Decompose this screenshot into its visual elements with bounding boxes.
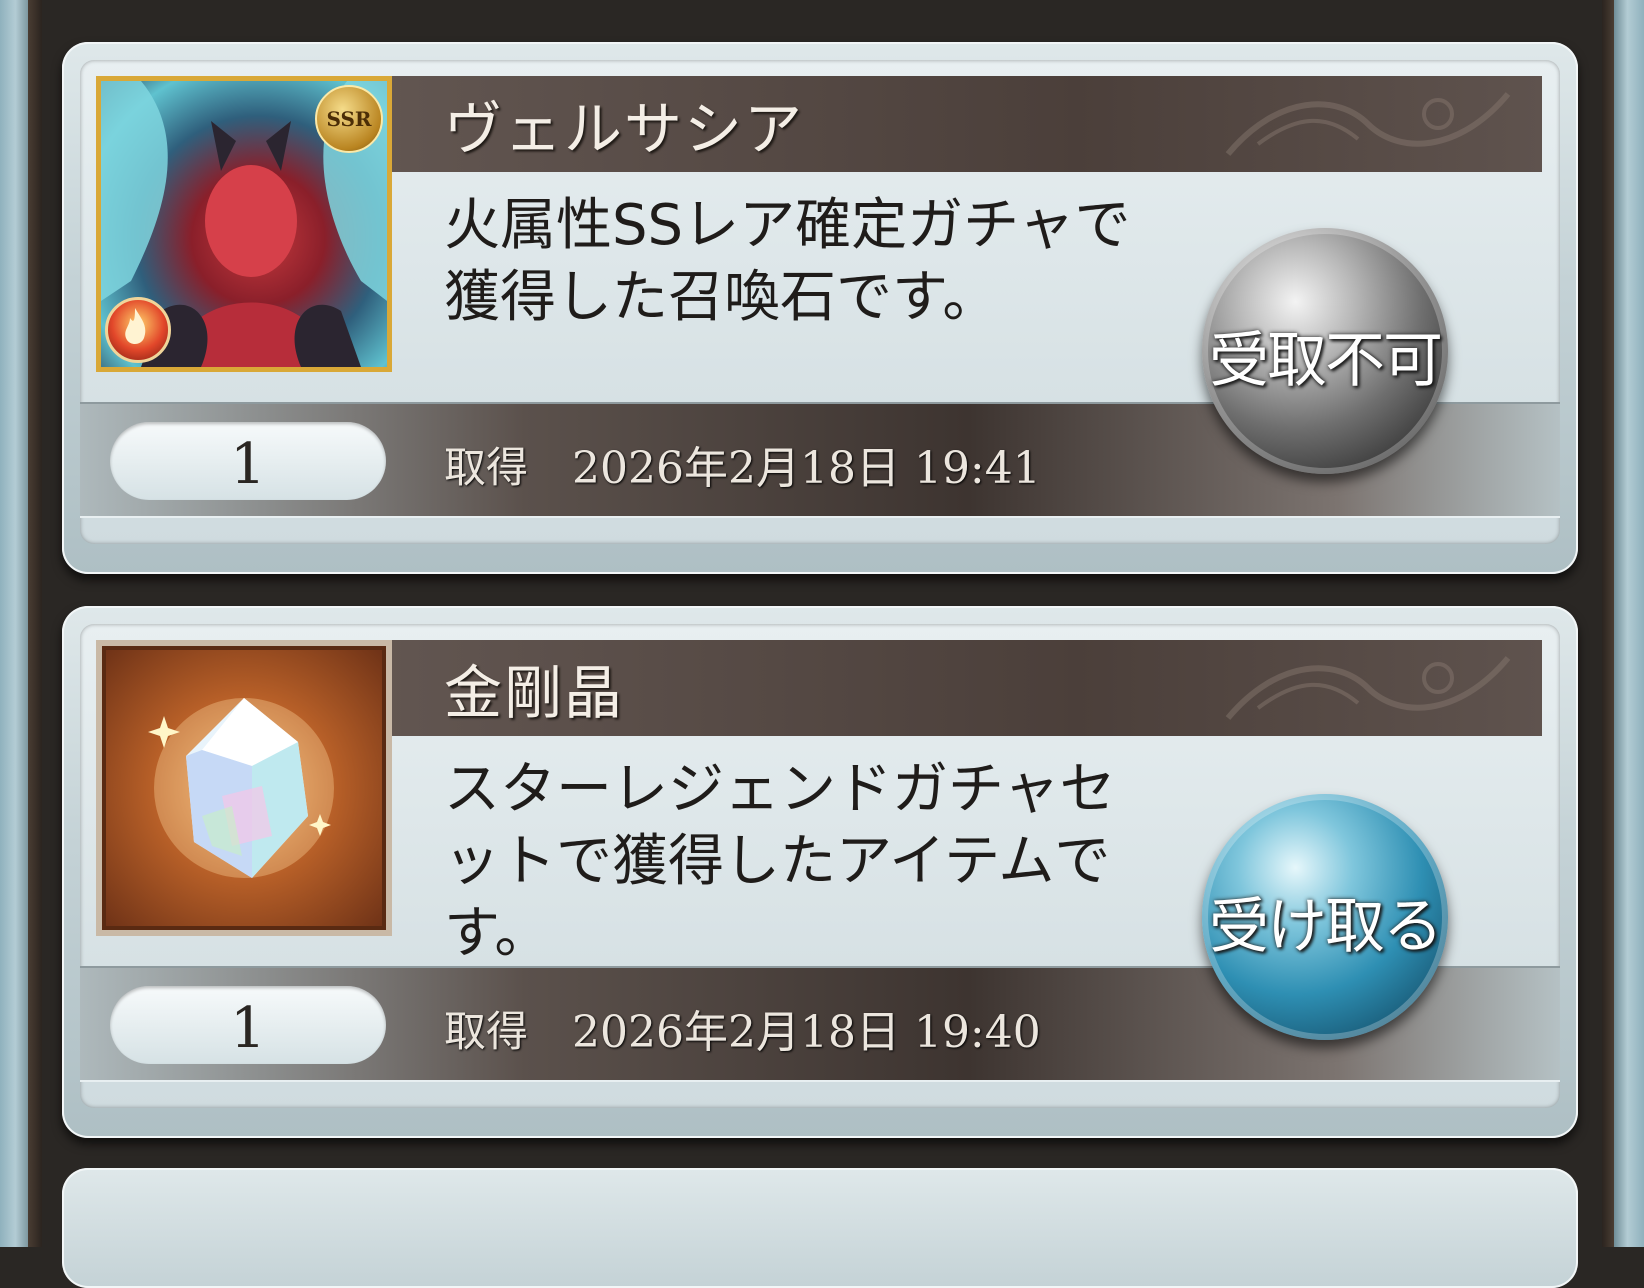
quantity-value: 1 (230, 996, 266, 1061)
acquired-date: 2026年2月18日 19:40 (572, 1007, 1041, 1058)
quantity-badge: 1 (110, 986, 386, 1064)
right-frame (1602, 0, 1614, 1247)
quantity-badge: 1 (110, 422, 386, 500)
ornament-decoration (1225, 656, 1511, 720)
ornament-decoration (1225, 92, 1511, 156)
crystal-icon (148, 698, 334, 878)
cannot-receive-button[interactable]: 受取不可 (1202, 228, 1448, 474)
item-name: 金剛晶 (444, 659, 625, 727)
item-description: 火属性SSレア確定ガチャで獲得した召喚石です。 (444, 193, 1131, 330)
acquired-label: 取得 (444, 1007, 529, 1056)
present-card: ヴェルサシア 火属性SSレア確定ガチャで獲得した召喚石です。 1 取得 2026… (62, 42, 1578, 574)
fire-element-icon (105, 297, 171, 363)
acquired-label: 取得 (444, 443, 529, 492)
receive-button[interactable]: 受け取る (1202, 794, 1448, 1040)
left-border (0, 0, 28, 1247)
acquired-date: 2026年2月18日 19:41 (572, 443, 1041, 494)
present-card: 金剛晶 スターレジェンドガチャセットで獲得したアイテムです。 1 取得 2026… (62, 606, 1578, 1138)
left-frame (28, 0, 42, 1247)
summon-thumbnail[interactable]: SSR (96, 76, 392, 372)
present-card-partial (62, 1168, 1578, 1288)
present-card-inner: ヴェルサシア 火属性SSレア確定ガチャで獲得した召喚石です。 1 取得 2026… (80, 60, 1560, 544)
quantity-value: 1 (230, 432, 266, 497)
ssr-rarity-badge: SSR (315, 85, 383, 153)
cannot-receive-label: 受取不可 (1209, 326, 1443, 396)
receive-label: 受け取る (1209, 892, 1443, 962)
item-description: スターレジェンドガチャセットで獲得したアイテムです。 (444, 757, 1116, 966)
present-card-inner: 金剛晶 スターレジェンドガチャセットで獲得したアイテムです。 1 取得 2026… (80, 624, 1560, 1108)
right-border (1614, 0, 1644, 1247)
item-name: ヴェルサシア (444, 95, 805, 163)
item-thumbnail[interactable] (96, 640, 392, 936)
